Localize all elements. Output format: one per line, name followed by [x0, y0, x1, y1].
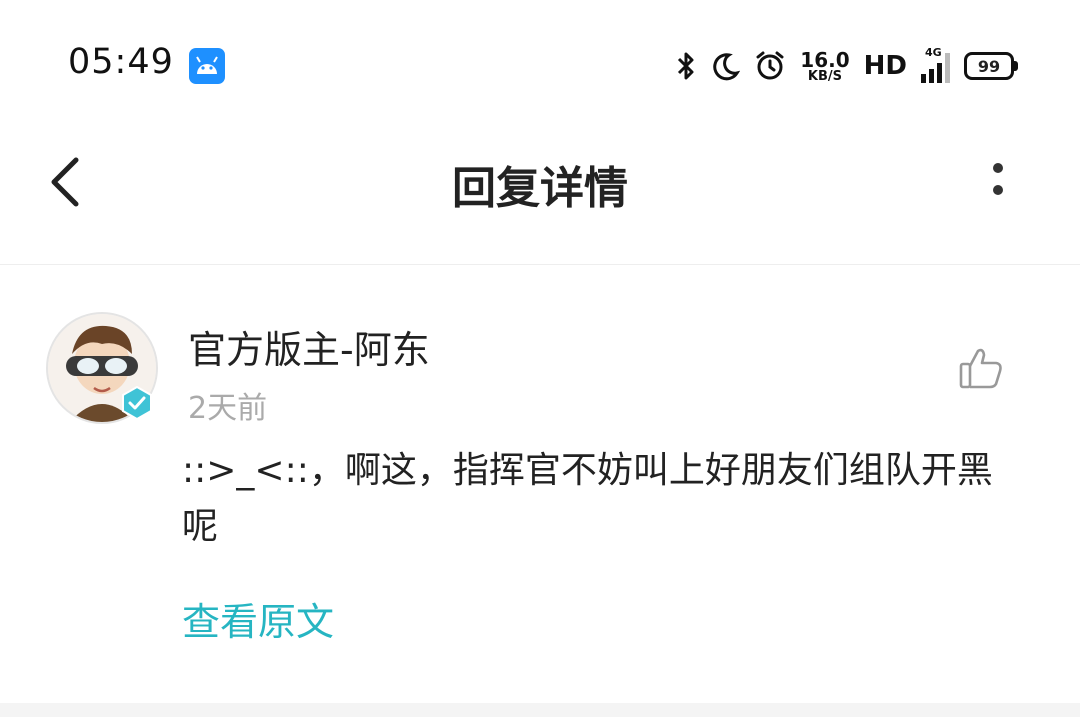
- alarm-icon: [756, 51, 784, 80]
- status-icons: 16.0 KB/S HD 4G 99: [674, 44, 1018, 88]
- battery-icon: 99: [964, 52, 1018, 80]
- network-speed-value: 16.0: [800, 47, 850, 72]
- battery-level: 99: [977, 56, 1001, 76]
- network-speed: 16.0 KB/S: [800, 50, 849, 83]
- reply-content: ::>_<::，啊这，指挥官不妨叫上好朋友们组队开黑呢: [182, 450, 993, 547]
- more-button[interactable]: [980, 160, 1016, 200]
- network-type: 4G: [925, 46, 942, 59]
- view-original-link[interactable]: 查看原文: [182, 591, 334, 646]
- network-speed-unit: KB/S: [807, 68, 843, 84]
- reply-card: 官方版主-阿东 2天前 ::>_<::，啊这，指挥官不妨叫上好朋友们组队开黑呢 …: [0, 265, 1080, 703]
- page-title: 回复详情: [452, 163, 628, 214]
- status-bar: 05:49 16.0 KB/S HD 4G 99: [0, 0, 1080, 130]
- verified-badge-icon: [122, 386, 152, 420]
- thumbs-up-icon: [959, 348, 1002, 389]
- header-bar: 回复详情: [0, 130, 1080, 265]
- more-vertical-icon: [993, 163, 1003, 195]
- status-time: 05:49: [68, 42, 174, 82]
- section-divider: [0, 703, 1080, 717]
- hd-indicator: HD: [863, 51, 907, 81]
- bluetooth-icon: [678, 52, 694, 80]
- like-button[interactable]: [958, 345, 1004, 391]
- reply-time: 2天前: [188, 391, 268, 426]
- android-icon: [189, 48, 225, 84]
- signal-icon: 4G: [921, 46, 950, 83]
- author-name[interactable]: 官方版主-阿东: [188, 319, 430, 374]
- moon-icon: [713, 53, 741, 81]
